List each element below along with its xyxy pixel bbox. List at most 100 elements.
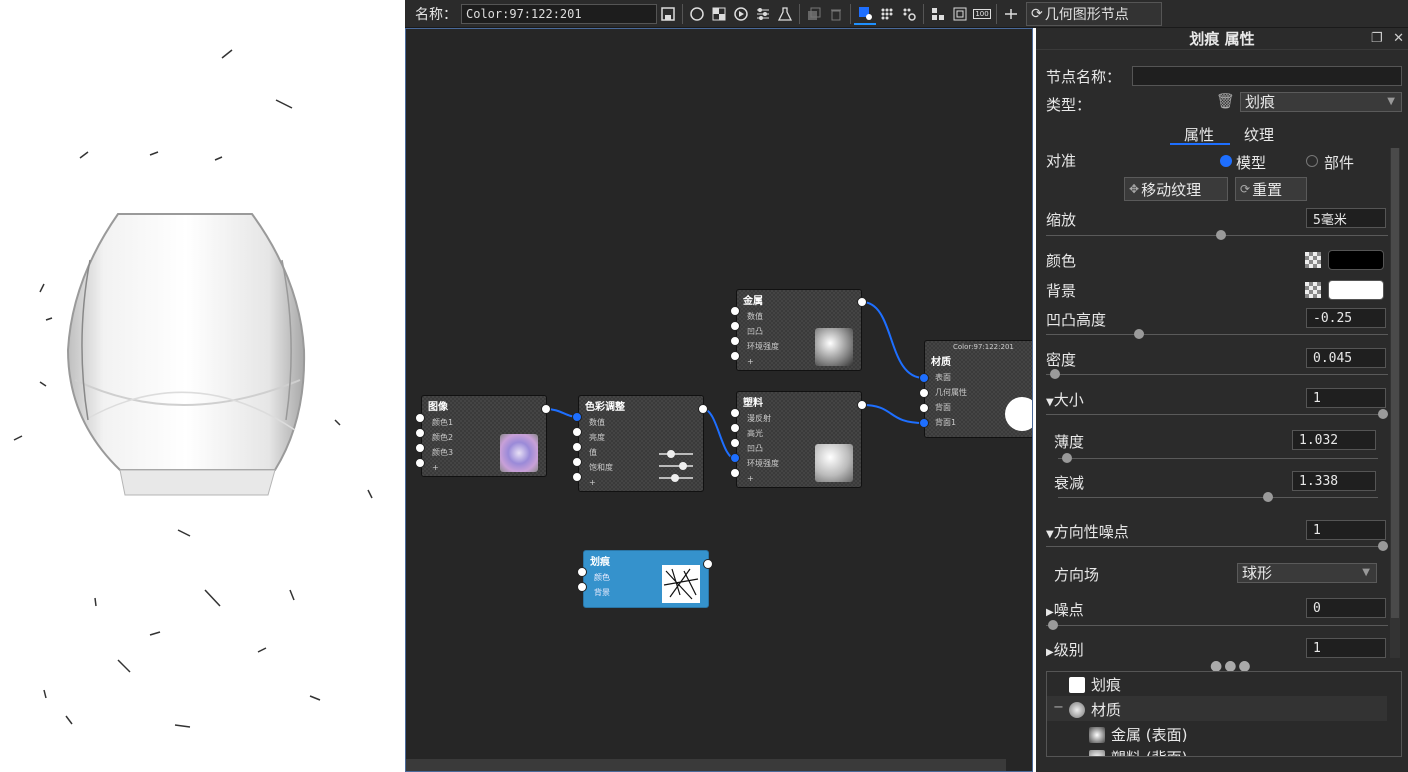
- background-swatch[interactable]: [1328, 280, 1384, 300]
- color-adjust-in-port-5[interactable]: [572, 472, 582, 482]
- node-name-input[interactable]: [461, 3, 657, 24]
- pin-icon[interactable]: [1000, 3, 1022, 25]
- collapse-toggle[interactable]: −: [1053, 700, 1064, 715]
- grid-gear-icon[interactable]: [898, 3, 920, 25]
- layout-icon[interactable]: [927, 3, 949, 25]
- color-adjust-in-port-3[interactable]: [572, 442, 582, 452]
- zoom-100-icon[interactable]: 100: [971, 3, 993, 25]
- properties-scrollbar[interactable]: [1390, 148, 1400, 658]
- save-icon[interactable]: [657, 3, 679, 25]
- image-in-port-3[interactable]: [415, 443, 425, 453]
- node-add-icon[interactable]: [854, 3, 876, 25]
- color-adjust-in-port-4[interactable]: [572, 457, 582, 467]
- sliders-icon[interactable]: [752, 3, 774, 25]
- bump-height-slider[interactable]: [1046, 329, 1388, 339]
- size-field[interactable]: [1306, 388, 1386, 408]
- metal-out-port[interactable]: [857, 297, 867, 307]
- color-adjust-in-port-2[interactable]: [572, 427, 582, 437]
- directional-noise-field[interactable]: [1306, 520, 1386, 540]
- plastic-out-port[interactable]: [857, 400, 867, 410]
- erlenmeyer-icon[interactable]: [774, 3, 796, 25]
- restore-window-icon[interactable]: ❐: [1371, 31, 1383, 46]
- level-section-header[interactable]: ▶级别: [1046, 639, 1084, 660]
- checker-icon[interactable]: [708, 3, 730, 25]
- color-adjust-in-port-1[interactable]: [572, 412, 582, 422]
- decay-slider-knob[interactable]: [1263, 492, 1273, 502]
- reset-button[interactable]: ⟳ 重置: [1235, 177, 1307, 201]
- image-in-port-1[interactable]: [415, 413, 425, 423]
- directional-noise-header[interactable]: ▼方向性噪点: [1046, 521, 1129, 542]
- image-node[interactable]: 图像 颜色1 颜色2 颜色3 +: [421, 395, 547, 477]
- close-icon[interactable]: ✕: [1393, 31, 1404, 46]
- bump-height-slider-knob[interactable]: [1134, 329, 1144, 339]
- noise-slider[interactable]: [1046, 620, 1388, 630]
- directional-noise-slider[interactable]: [1046, 541, 1388, 551]
- fit-icon[interactable]: [949, 3, 971, 25]
- color-adjust-out-port[interactable]: [698, 404, 708, 414]
- grid-dots-icon[interactable]: [876, 3, 898, 25]
- scale-slider[interactable]: [1046, 230, 1388, 240]
- align-model-radio[interactable]: [1220, 155, 1232, 167]
- plastic-in-port-3[interactable]: [730, 438, 740, 448]
- move-texture-button[interactable]: ✥ 移动纹理: [1124, 177, 1228, 201]
- scale-field[interactable]: [1306, 208, 1386, 228]
- copy-icon[interactable]: [803, 3, 825, 25]
- metal-in-port-1[interactable]: [730, 306, 740, 316]
- size-slider[interactable]: [1046, 409, 1388, 419]
- texture-checker-icon[interactable]: [1305, 252, 1321, 268]
- geometry-node-button[interactable]: ⟳ 几何图形节点: [1026, 1, 1162, 26]
- scale-slider-knob[interactable]: [1216, 230, 1226, 240]
- trash-icon[interactable]: [825, 3, 847, 25]
- directional-noise-slider-knob[interactable]: [1378, 541, 1388, 551]
- plastic-in-port-5[interactable]: [730, 468, 740, 478]
- material-in-port-4[interactable]: [919, 418, 929, 428]
- thinness-slider[interactable]: [1058, 453, 1378, 463]
- type-dropdown[interactable]: 划痕 ▼: [1240, 92, 1402, 112]
- tree-item-scratch[interactable]: 划痕: [1069, 674, 1121, 695]
- material-in-port-1[interactable]: [919, 373, 929, 383]
- image-in-port-4[interactable]: [415, 458, 425, 468]
- plastic-in-port-4[interactable]: [730, 453, 740, 463]
- tab-properties[interactable]: 属性: [1184, 124, 1214, 145]
- scratch-out-port[interactable]: [703, 559, 713, 569]
- scratch-node[interactable]: 划痕 颜色 背景: [583, 550, 709, 608]
- node-name-field[interactable]: [1132, 66, 1402, 86]
- node-graph-canvas[interactable]: 金属 数值 凹凸 环境强度 + Color:97:122:201 材质 表面 几…: [405, 28, 1033, 772]
- metal-in-port-2[interactable]: [730, 321, 740, 331]
- tree-item-material[interactable]: 材质: [1069, 699, 1121, 720]
- thinness-field[interactable]: [1292, 430, 1376, 450]
- size-slider-knob[interactable]: [1378, 409, 1388, 419]
- density-slider[interactable]: [1046, 369, 1388, 379]
- align-part-radio[interactable]: [1306, 155, 1318, 167]
- density-field[interactable]: [1306, 348, 1386, 368]
- size-section-header[interactable]: ▼大小: [1046, 389, 1084, 410]
- decay-field[interactable]: [1292, 471, 1376, 491]
- plastic-in-port-1[interactable]: [730, 408, 740, 418]
- sphere-icon[interactable]: [686, 3, 708, 25]
- plastic-in-port-2[interactable]: [730, 423, 740, 433]
- material-in-port-3[interactable]: [919, 403, 929, 413]
- level-field[interactable]: [1306, 638, 1386, 658]
- metal-in-port-4[interactable]: [730, 351, 740, 361]
- image-in-port-2[interactable]: [415, 428, 425, 438]
- texture-checker-icon[interactable]: [1305, 282, 1321, 298]
- graph-horizontal-scrollbar[interactable]: [406, 759, 1006, 771]
- noise-section-header[interactable]: ▶噪点: [1046, 599, 1084, 620]
- tab-texture[interactable]: 纹理: [1244, 124, 1274, 145]
- scratch-in-port-2[interactable]: [577, 582, 587, 592]
- render-preview[interactable]: [0, 0, 405, 772]
- scrollbar-thumb[interactable]: [1391, 148, 1399, 618]
- tree-item-metal[interactable]: 金属 (表面): [1089, 724, 1187, 745]
- image-out-port[interactable]: [541, 404, 551, 414]
- trash-icon[interactable]: 🗑: [1216, 92, 1235, 110]
- color-swatch[interactable]: [1328, 250, 1384, 270]
- color-adjust-node[interactable]: 色彩调整 数值 亮度 值 饱和度 +: [578, 395, 704, 492]
- decay-slider[interactable]: [1058, 492, 1378, 502]
- density-slider-knob[interactable]: [1050, 369, 1060, 379]
- bump-height-field[interactable]: [1306, 308, 1386, 328]
- metal-in-port-3[interactable]: [730, 336, 740, 346]
- metal-node[interactable]: 金属 数值 凹凸 环境强度 +: [736, 289, 862, 371]
- direction-field-dropdown[interactable]: 球形 ▼: [1237, 563, 1377, 583]
- tree-item-plastic[interactable]: 塑料 (背面): [1089, 747, 1187, 756]
- noise-field[interactable]: [1306, 598, 1386, 618]
